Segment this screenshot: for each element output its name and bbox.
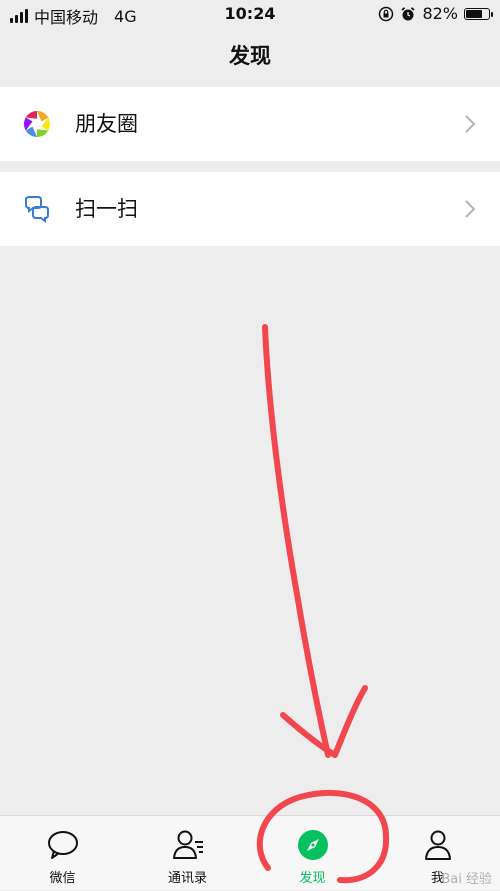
status-right: 82% — [378, 4, 493, 23]
watermark: Bai 经验 — [441, 872, 492, 887]
alarm-icon — [401, 6, 416, 20]
cell-moments[interactable]: 朋友圈 — [0, 87, 500, 161]
tab-bar: 微信 通讯录 发现 我 — [0, 815, 500, 890]
annotation-arrow-head — [280, 685, 368, 758]
person-icon — [425, 830, 451, 860]
contacts-icon — [173, 830, 203, 859]
battery-percent: 82% — [422, 4, 458, 23]
status-bar: 中国移动 4G 10:24 82% — [0, 0, 500, 28]
tab-discover[interactable]: 发现 — [250, 816, 375, 891]
chevron-right-icon — [465, 115, 476, 133]
chevron-right-icon — [465, 200, 476, 218]
rotation-lock-icon — [379, 6, 394, 21]
cell-scan[interactable]: 扫一扫 — [0, 172, 500, 246]
chat-bubble-icon — [48, 831, 78, 859]
page-title: 发现 — [229, 44, 271, 68]
tab-label: 通讯录 — [167, 871, 207, 886]
tab-chats[interactable]: 微信 — [0, 816, 125, 891]
tab-label: 微信 — [49, 871, 76, 886]
battery-icon — [464, 7, 493, 20]
battery-level — [466, 9, 482, 18]
moments-icon — [23, 111, 51, 137]
compass-icon — [298, 830, 328, 860]
scan-icon — [25, 196, 49, 223]
cell-label: 朋友圈 — [75, 112, 138, 136]
cell-label: 扫一扫 — [75, 197, 138, 221]
tab-contacts[interactable]: 通讯录 — [125, 816, 250, 891]
tab-label: 发现 — [299, 871, 326, 886]
annotation-arrow-shaft — [262, 324, 331, 758]
